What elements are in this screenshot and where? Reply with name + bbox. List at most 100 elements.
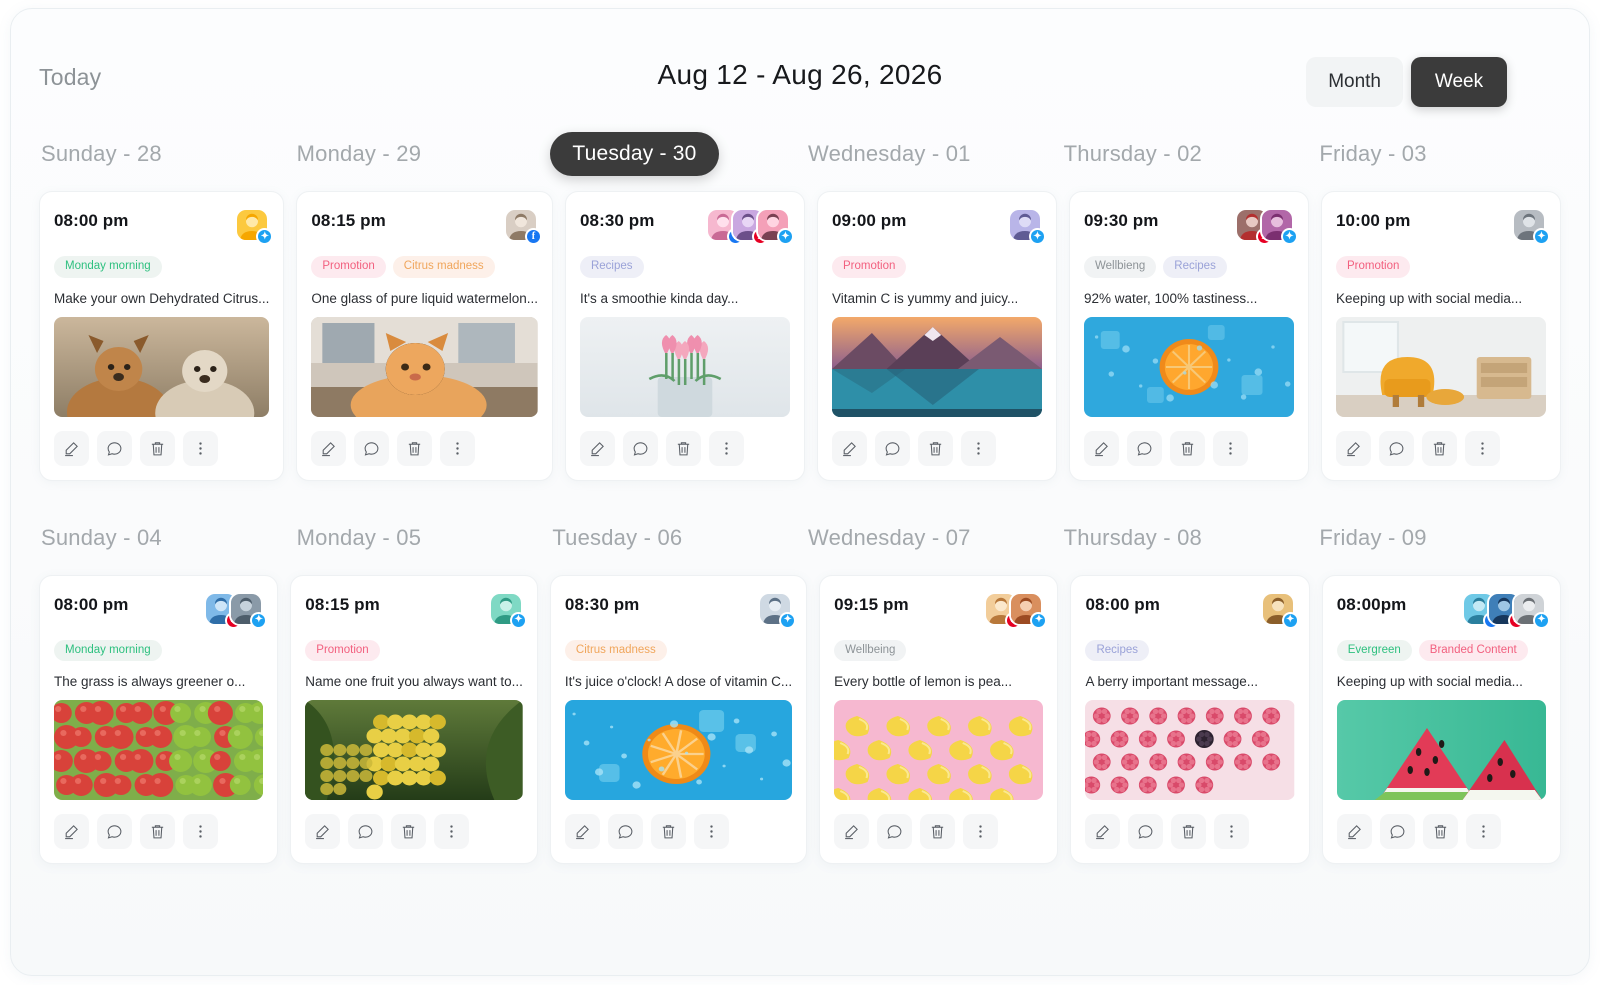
post-card[interactable]: 09:30 pm P ✦ Wellbieng Recipes 92% water, 1… — [1068, 191, 1309, 481]
post-card[interactable]: 08:00 pm ✦ Monday morning Make your own De… — [39, 191, 285, 481]
comment-button[interactable] — [1126, 430, 1162, 466]
comment-button[interactable] — [348, 814, 384, 849]
avatar[interactable]: ✦ — [1009, 591, 1048, 629]
tag[interactable]: Monday morning — [54, 639, 162, 661]
edit-button[interactable] — [831, 430, 867, 466]
more-options-button[interactable] — [1214, 814, 1250, 849]
avatar[interactable]: f — [503, 208, 542, 245]
avatar[interactable]: ✦ — [488, 591, 527, 629]
post-card[interactable]: 08:15 pm ✦ Promotion Name one fruit you al… — [290, 574, 538, 864]
avatar[interactable]: ✦ — [758, 591, 797, 629]
tag[interactable]: Citrus madness — [564, 639, 667, 661]
avatar[interactable]: ✦ — [229, 591, 268, 629]
delete-button[interactable] — [140, 430, 175, 466]
edit-button[interactable] — [1335, 430, 1371, 466]
day-label[interactable]: Friday - 09 — [1317, 525, 1561, 551]
tag[interactable]: Monday morning — [54, 256, 162, 278]
day-label[interactable]: Friday - 03 — [1317, 141, 1561, 167]
comment-button[interactable] — [97, 430, 132, 466]
comment-button[interactable] — [1379, 814, 1415, 849]
edit-button[interactable] — [54, 814, 89, 849]
tag[interactable]: Promotion — [831, 256, 907, 278]
tag[interactable]: Wellbieng — [1083, 256, 1157, 278]
edit-button[interactable] — [564, 814, 600, 849]
day-label[interactable]: Wednesday - 07 — [806, 525, 1050, 551]
comment-button[interactable] — [877, 814, 913, 849]
avatar[interactable]: ✦ — [1007, 208, 1046, 245]
day-label[interactable]: Sunday - 28 — [39, 141, 283, 167]
more-options-button[interactable] — [1212, 430, 1248, 466]
post-card[interactable]: 08:00 pm ✦ Recipes A berry important messa… — [1070, 574, 1310, 864]
post-card[interactable]: 09:00 pm ✦ Promotion Vitamin C is yummy an… — [816, 191, 1057, 481]
month-view-button[interactable]: Month — [1306, 57, 1403, 107]
comment-button[interactable] — [622, 430, 658, 466]
tag[interactable]: Recipes — [579, 256, 644, 278]
comment-button[interactable] — [1378, 430, 1414, 466]
delete-button[interactable] — [665, 430, 701, 466]
avatar[interactable]: ✦ — [1260, 591, 1299, 629]
delete-button[interactable] — [391, 814, 427, 849]
day-label[interactable]: Wednesday - 01 — [806, 141, 1050, 167]
comment-button[interactable] — [1128, 814, 1164, 849]
delete-button[interactable] — [1169, 430, 1205, 466]
more-options-button[interactable] — [963, 814, 999, 849]
post-card[interactable]: 08:15 pm f Promotion Citrus madness One gla… — [296, 191, 553, 481]
delete-button[interactable] — [140, 814, 175, 849]
comment-button[interactable] — [607, 814, 643, 849]
day-label-today[interactable]: Tuesday - 30 — [550, 132, 719, 176]
tag[interactable]: Recipes — [1163, 256, 1227, 278]
edit-button[interactable] — [834, 814, 870, 849]
avatar[interactable]: ✦ — [1512, 208, 1550, 245]
more-options-button[interactable] — [434, 814, 470, 849]
delete-button[interactable] — [650, 814, 686, 849]
day-label[interactable]: Thursday - 08 — [1062, 525, 1306, 551]
delete-button[interactable] — [397, 430, 433, 466]
post-card[interactable]: 08:30 pm f P ✦ Recipes It's a smoothie kin… — [564, 191, 805, 481]
post-card[interactable]: 08:00pm f P ✦ Evergreen Branded Content Kee… — [1321, 574, 1561, 864]
tag[interactable]: Recipes — [1085, 639, 1149, 661]
avatar[interactable]: ✦ — [1259, 208, 1298, 245]
more-options-button[interactable] — [1464, 430, 1500, 466]
day-label[interactable]: Monday - 05 — [295, 525, 539, 551]
tag[interactable]: Wellbeing — [834, 639, 907, 661]
delete-button[interactable] — [1421, 430, 1457, 466]
delete-button[interactable] — [1422, 814, 1458, 849]
avatar[interactable]: ✦ — [755, 208, 794, 245]
edit-button[interactable] — [1336, 814, 1372, 849]
more-options-button[interactable] — [1465, 814, 1501, 849]
edit-button[interactable] — [311, 430, 347, 466]
tag[interactable]: Promotion — [311, 256, 386, 278]
day-label[interactable]: Sunday - 04 — [39, 525, 283, 551]
more-options-button[interactable] — [183, 814, 218, 849]
day-label[interactable]: Tuesday - 06 — [550, 525, 794, 551]
edit-button[interactable] — [579, 430, 615, 466]
more-options-button[interactable] — [708, 430, 744, 466]
delete-button[interactable] — [1171, 814, 1207, 849]
delete-button[interactable] — [920, 814, 956, 849]
tag[interactable]: Branded Content — [1418, 639, 1528, 661]
more-options-button[interactable] — [960, 430, 996, 466]
edit-button[interactable] — [54, 430, 89, 466]
more-options-button[interactable] — [693, 814, 729, 849]
tag[interactable]: Citrus madness — [392, 256, 495, 278]
post-card[interactable]: 09:15 pm P ✦ Wellbeing Every bottle of lem… — [819, 574, 1059, 864]
more-options-button[interactable] — [183, 430, 218, 466]
post-card[interactable]: 10:00 pm ✦ Promotion Keeping up with socia… — [1320, 191, 1561, 481]
tag[interactable]: Promotion — [1335, 256, 1411, 278]
comment-button[interactable] — [874, 430, 910, 466]
day-label[interactable]: Thursday - 02 — [1062, 141, 1306, 167]
delete-button[interactable] — [917, 430, 953, 466]
comment-button[interactable] — [97, 814, 132, 849]
post-card[interactable]: 08:30 pm ✦ Citrus madness It's juice o'clo… — [549, 574, 808, 864]
edit-button[interactable] — [1083, 430, 1119, 466]
comment-button[interactable] — [354, 430, 390, 466]
more-options-button[interactable] — [440, 430, 476, 466]
avatar[interactable]: ✦ — [235, 208, 274, 245]
edit-button[interactable] — [1085, 814, 1121, 849]
avatar[interactable]: ✦ — [1512, 591, 1550, 629]
edit-button[interactable] — [305, 814, 341, 849]
week-view-button[interactable]: Week — [1411, 57, 1507, 107]
tag[interactable]: Promotion — [305, 639, 380, 661]
tag[interactable]: Evergreen — [1336, 639, 1412, 661]
post-card[interactable]: 08:00 pm P ✦ Monday morning The grass is a… — [39, 574, 279, 864]
